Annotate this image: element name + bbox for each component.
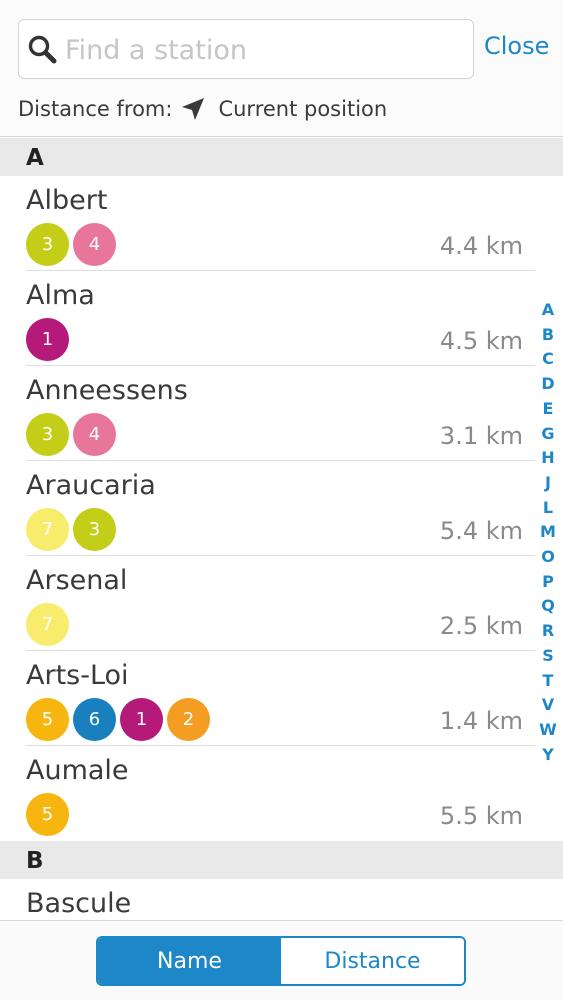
station-name: Alma [26, 280, 95, 311]
station-list[interactable]: A Albert 3 4 4.4 km Alma 1 4.5 km Anneessens 3 4 3.… [0, 138, 563, 920]
station-distance: 2.5 km [439, 612, 523, 640]
current-position-label: Current position [218, 97, 388, 121]
section-header-b: B [0, 841, 563, 879]
line-badge: 3 [26, 223, 69, 266]
line-badge: 1 [120, 698, 163, 741]
line-badge: 3 [26, 413, 69, 456]
line-badge: 2 [167, 698, 210, 741]
station-distance: 5.4 km [439, 517, 523, 545]
index-letter-e[interactable]: E [543, 397, 554, 422]
station-distance: 1.4 km [439, 707, 523, 735]
station-distance: 4.4 km [439, 232, 523, 260]
station-distance: 3.1 km [439, 422, 523, 450]
station-row[interactable]: Alma 1 4.5 km [26, 271, 535, 366]
search-box[interactable] [18, 19, 474, 79]
location-arrow-icon [180, 96, 206, 122]
line-badges: 34 [26, 223, 120, 266]
section-header-a: A [0, 138, 563, 176]
alphabet-index[interactable]: ABCDEGHJLMOPQRSTVWY [537, 298, 559, 767]
index-letter-d[interactable]: D [541, 372, 554, 397]
station-name: Araucaria [26, 470, 156, 501]
line-badge: 3 [73, 508, 116, 551]
index-letter-q[interactable]: Q [541, 594, 555, 619]
index-letter-g[interactable]: G [541, 422, 554, 447]
index-letter-v[interactable]: V [542, 693, 554, 718]
line-badge: 1 [26, 318, 69, 361]
station-name: Bascule [26, 888, 132, 919]
line-badges: 34 [26, 413, 120, 456]
index-letter-w[interactable]: W [539, 718, 557, 743]
line-badge: 7 [26, 603, 69, 646]
line-badge: 4 [73, 413, 116, 456]
line-badge: 7 [26, 508, 69, 551]
line-badge: 4 [73, 223, 116, 266]
sort-by-name-button[interactable]: Name [98, 938, 281, 984]
station-distance: 5.5 km [439, 802, 523, 830]
sort-segmented-control[interactable]: Name Distance [96, 936, 466, 986]
line-badges: 7 [26, 603, 73, 646]
index-letter-h[interactable]: H [541, 446, 554, 471]
index-letter-j[interactable]: J [545, 471, 551, 496]
index-letter-c[interactable]: C [542, 347, 554, 372]
distance-from-label: Distance from: [18, 97, 173, 121]
line-badges: 73 [26, 508, 120, 551]
line-badges: 5612 [26, 698, 214, 741]
footer: Name Distance [0, 920, 563, 1000]
line-badges: 5 [26, 793, 73, 836]
search-icon [28, 35, 57, 64]
index-letter-b[interactable]: B [542, 323, 554, 348]
index-letter-a[interactable]: A [542, 298, 554, 323]
index-letter-o[interactable]: O [541, 545, 555, 570]
station-row[interactable]: Anneessens 3 4 3.1 km [26, 366, 535, 461]
close-button[interactable]: Close [484, 32, 549, 60]
index-letter-m[interactable]: M [540, 520, 556, 545]
station-distance: 4.5 km [439, 327, 523, 355]
line-badge: 5 [26, 793, 69, 836]
station-row[interactable]: Araucaria 7 3 5.4 km [26, 461, 535, 556]
line-badge: 5 [26, 698, 69, 741]
distance-from-row[interactable]: Distance from: Current position [18, 94, 387, 124]
station-row[interactable]: Albert 3 4 4.4 km [26, 176, 535, 271]
line-badge: 6 [73, 698, 116, 741]
index-letter-s[interactable]: S [542, 644, 554, 669]
search-input[interactable] [63, 26, 467, 74]
index-letter-r[interactable]: R [542, 619, 554, 644]
station-name: Aumale [26, 755, 129, 786]
index-letter-y[interactable]: Y [542, 743, 554, 768]
line-badges: 1 [26, 318, 73, 361]
sort-by-distance-button[interactable]: Distance [281, 938, 464, 984]
station-row[interactable]: Arsenal 7 2.5 km [26, 556, 535, 651]
station-name: Anneessens [26, 375, 188, 406]
station-row[interactable]: Aumale 5 5.5 km [26, 746, 535, 841]
index-letter-p[interactable]: P [542, 570, 554, 595]
station-name: Arts-Loi [26, 660, 129, 691]
station-name: Albert [26, 185, 108, 216]
index-letter-t[interactable]: T [543, 669, 554, 694]
station-name: Arsenal [26, 565, 128, 596]
header: Close Distance from: Current position [0, 0, 563, 137]
station-row[interactable]: Arts-Loi 5 6 1 2 1.4 km [26, 651, 535, 746]
station-row[interactable]: Bascule [26, 879, 535, 920]
index-letter-l[interactable]: L [543, 496, 553, 521]
